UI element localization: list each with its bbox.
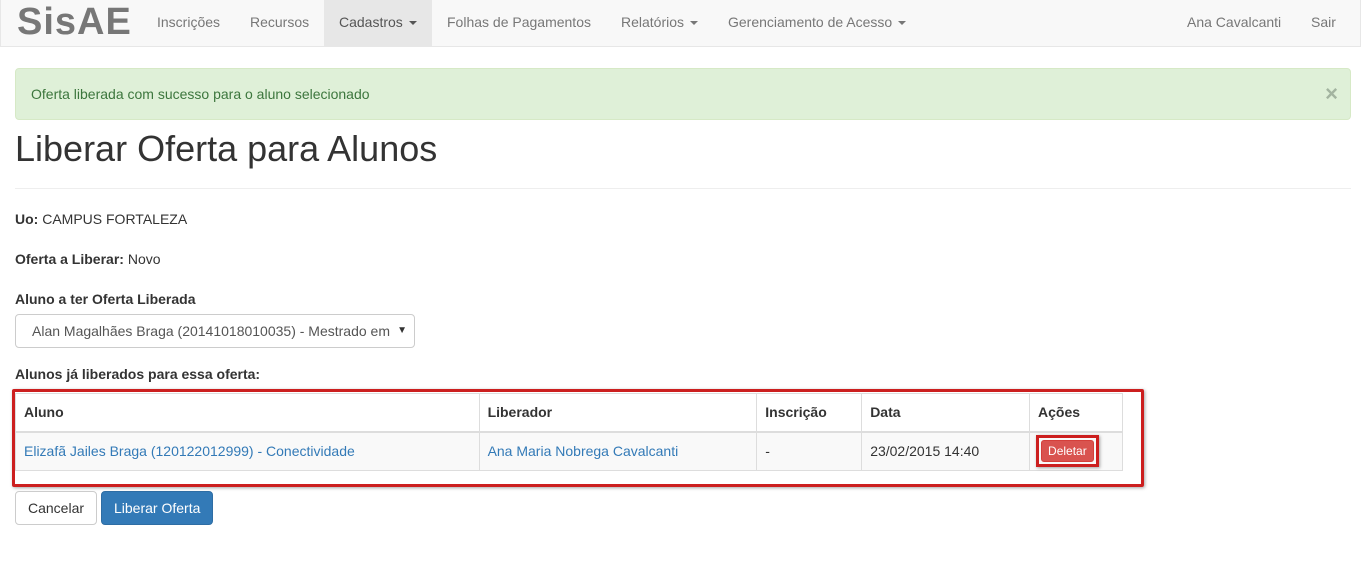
- caret-down-icon: [408, 21, 417, 26]
- close-icon[interactable]: ×: [1325, 69, 1338, 119]
- aluno-select-label: Aluno a ter Oferta Liberada: [15, 289, 195, 309]
- title-divider: [15, 188, 1351, 189]
- nav-item-label: Recursos: [250, 14, 310, 30]
- oferta-value: Novo: [127, 251, 161, 267]
- nav-item-recursos[interactable]: Recursos: [235, 0, 324, 46]
- uo-value: CAMPUS FORTALEZA: [42, 211, 188, 227]
- page-title: Liberar Oferta para Alunos: [15, 128, 438, 169]
- select-arrow-icon: ▼: [397, 325, 407, 336]
- table-highlight: [12, 389, 1144, 487]
- brand-logo[interactable]: SisAE: [17, 1, 132, 43]
- top-navbar: SisAE Inscrições Recursos Cadastros Folh…: [0, 0, 1361, 47]
- aluno-select[interactable]: Alan Magalhães Braga (20141018010035) - …: [15, 314, 415, 348]
- table-caption: Alunos já liberados para essa oferta:: [15, 364, 260, 384]
- liberar-oferta-button[interactable]: Liberar Oferta: [101, 491, 213, 525]
- caret-down-icon: [690, 21, 699, 26]
- nav-item-relatorios[interactable]: Relatórios: [606, 0, 713, 46]
- uo-label: Uo:: [15, 211, 39, 227]
- aluno-select-value: Alan Magalhães Braga (20141018010035) - …: [32, 323, 391, 339]
- nav-item-label: Gerenciamento de Acesso: [728, 14, 893, 30]
- uo-field: Uo: CAMPUS FORTALEZA: [15, 209, 187, 229]
- aluno-select-label-text: Aluno a ter Oferta Liberada: [15, 291, 196, 307]
- nav-item-inscricoes[interactable]: Inscrições: [142, 0, 235, 46]
- table-caption-text: Alunos já liberados para essa oferta:: [15, 366, 261, 382]
- caret-down-icon: [898, 21, 907, 26]
- alert-message: Oferta liberada com sucesso para o aluno…: [31, 86, 370, 102]
- nav-item-label: Inscrições: [157, 14, 221, 30]
- nav-item-gerenciamento-de-acesso[interactable]: Gerenciamento de Acesso: [713, 0, 921, 46]
- nav-item-cadastros[interactable]: Cadastros: [324, 0, 432, 46]
- cancel-button[interactable]: Cancelar: [15, 491, 97, 525]
- nav-item-label: Cadastros: [339, 14, 403, 30]
- success-alert: Oferta liberada com sucesso para o aluno…: [15, 68, 1351, 120]
- nav-item-folhas-de-pagamentos[interactable]: Folhas de Pagamentos: [432, 0, 606, 46]
- nav-item-label: Relatórios: [621, 14, 685, 30]
- nav-user-name[interactable]: Ana Cavalcanti: [1172, 0, 1296, 46]
- nav-item-label: Folhas de Pagamentos: [447, 14, 591, 30]
- oferta-field: Oferta a Liberar: Novo: [15, 249, 161, 269]
- logout-link[interactable]: Sair: [1296, 0, 1351, 46]
- oferta-label: Oferta a Liberar:: [15, 251, 124, 267]
